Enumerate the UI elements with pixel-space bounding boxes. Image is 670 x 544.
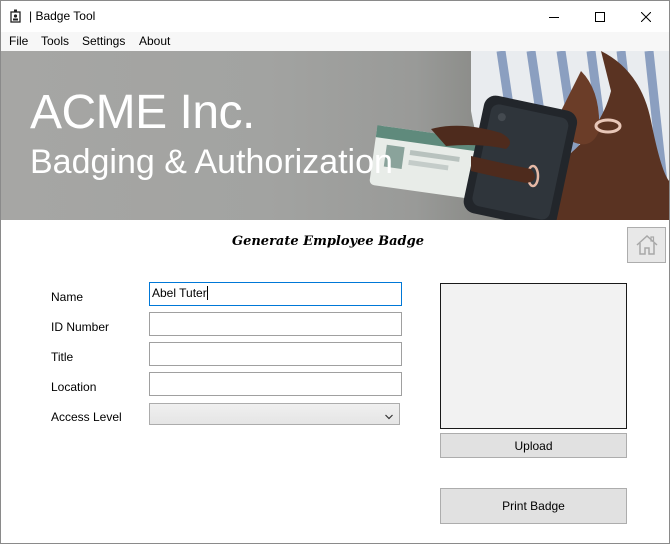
- badge-tool-window: | Badge Tool File Tools Settings About A…: [0, 0, 670, 544]
- window-title: | Badge Tool: [29, 9, 96, 23]
- location-label: Location: [51, 380, 97, 394]
- upload-button[interactable]: Upload: [440, 433, 627, 458]
- access-level-label: Access Level: [51, 410, 122, 424]
- name-input[interactable]: Abel Tuter: [149, 282, 402, 306]
- form-heading: Generate Employee Badge: [231, 234, 425, 249]
- close-icon: [641, 11, 651, 22]
- print-badge-button[interactable]: Print Badge: [440, 488, 627, 524]
- badge-icon: [10, 9, 22, 23]
- name-label: Name: [51, 290, 84, 304]
- text-caret: [206, 286, 208, 300]
- title-input[interactable]: [149, 342, 402, 366]
- name-input-value: Abel Tuter: [152, 286, 207, 300]
- banner-subtitle: Badging & Authorization: [30, 143, 393, 181]
- badge-photo-preview: [440, 283, 627, 429]
- menu-file[interactable]: File: [9, 34, 28, 48]
- menu-bar: File Tools Settings About: [1, 32, 669, 51]
- menu-settings[interactable]: Settings: [82, 34, 125, 48]
- banner-title: ACME Inc.: [30, 86, 255, 139]
- chevron-down-icon: [385, 409, 393, 423]
- menu-about[interactable]: About: [139, 34, 170, 48]
- minimize-icon: [549, 16, 559, 18]
- maximize-button[interactable]: [577, 1, 623, 32]
- title-bar[interactable]: | Badge Tool: [1, 1, 669, 32]
- location-input[interactable]: [149, 372, 402, 396]
- menu-tools[interactable]: Tools: [41, 34, 69, 48]
- access-level-select[interactable]: [149, 403, 400, 425]
- id-number-input[interactable]: [149, 312, 402, 336]
- id-number-label: ID Number: [51, 320, 110, 334]
- minimize-button[interactable]: [531, 1, 577, 32]
- title-label: Title: [51, 350, 74, 364]
- close-button[interactable]: [623, 1, 669, 32]
- header-banner: ACME Inc. Badging & Authorization: [1, 51, 669, 220]
- maximize-icon: [595, 11, 605, 22]
